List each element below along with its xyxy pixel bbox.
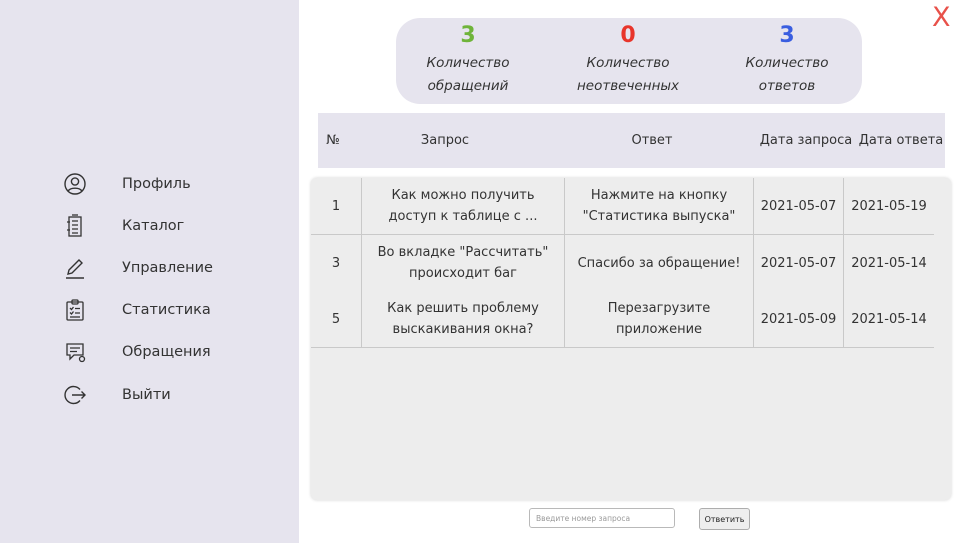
stat-label: Количество ответов xyxy=(745,55,829,94)
column-header-number[interactable]: № xyxy=(320,113,346,168)
column-header-request-date[interactable]: Дата запроса xyxy=(758,113,854,168)
nav-item-management[interactable]: Управление xyxy=(62,253,213,283)
stat-value: 3 xyxy=(460,23,476,48)
table-row[interactable]: 1 Как можно получить доступ к таблице с … xyxy=(311,178,934,235)
pencil-icon xyxy=(62,255,88,281)
cell-request-date: 2021-05-07 xyxy=(754,235,844,291)
stat-value: 0 xyxy=(620,23,636,48)
nav-item-requests[interactable]: Обращения xyxy=(62,337,211,367)
logout-icon xyxy=(62,382,88,408)
cell-answer: Спасибо за обращение! xyxy=(565,235,754,291)
cell-request: Как можно получить доступ к таблице с ..… xyxy=(362,178,565,234)
nav-item-statistics[interactable]: Статистика xyxy=(62,295,211,325)
column-header-answer-date[interactable]: Дата ответа xyxy=(859,113,944,168)
column-header-request[interactable]: Запрос xyxy=(362,113,528,168)
nav-label: Управление xyxy=(122,260,213,276)
sidebar: Профиль Каталог Управление Статистика Об… xyxy=(0,0,299,543)
nav-item-catalog[interactable]: Каталог xyxy=(62,211,184,241)
cell-request: Во вкладке "Рассчитать" происходит баг xyxy=(362,235,565,291)
stat-answers: 3 Количество ответов xyxy=(707,18,867,98)
stat-requests: 3 Количество обращений xyxy=(388,18,548,98)
reply-button[interactable]: Ответить xyxy=(699,508,750,530)
cell-answer: Нажмите на кнопку "Статистика выпуска" xyxy=(565,178,754,234)
requests-table[interactable]: 1 Как можно получить доступ к таблице с … xyxy=(311,178,951,500)
nav-label: Обращения xyxy=(122,344,211,360)
support-chat-icon xyxy=(62,339,88,365)
cell-answer: Перезагрузите приложение xyxy=(565,291,754,347)
close-button[interactable]: X xyxy=(932,4,951,31)
table-row[interactable]: 5 Как решить проблему выскакивания окна?… xyxy=(311,291,934,348)
stat-label: Количество обращений xyxy=(426,55,510,94)
cell-request-date: 2021-05-07 xyxy=(754,178,844,234)
cell-request: Как решить проблему выскакивания окна? xyxy=(362,291,565,347)
request-number-input[interactable] xyxy=(529,508,675,528)
cell-number: 3 xyxy=(311,235,362,291)
cell-answer-date: 2021-05-14 xyxy=(851,255,927,271)
cell-number: 5 xyxy=(311,291,362,347)
nav-item-profile[interactable]: Профиль xyxy=(62,169,191,199)
cell-number: 1 xyxy=(311,178,362,234)
cell-request-date: 2021-05-09 xyxy=(754,291,844,347)
stat-value: 3 xyxy=(779,23,795,48)
nav-label: Выйти xyxy=(122,387,171,403)
nav-label: Каталог xyxy=(122,218,185,234)
cell-answer-date: 2021-05-14 xyxy=(851,311,927,327)
stat-label: Количество неотвеченных xyxy=(576,55,680,94)
table-header: № Запрос Ответ Дата запроса Дата ответа xyxy=(318,113,945,168)
user-icon xyxy=(62,171,88,197)
catalog-icon xyxy=(62,213,88,239)
nav-item-logout[interactable]: Выйти xyxy=(62,380,171,410)
column-header-answer[interactable]: Ответ xyxy=(568,113,736,168)
table-row[interactable]: 3 Во вкладке "Рассчитать" происходит баг… xyxy=(311,235,934,292)
cell-answer-date: 2021-05-19 xyxy=(851,198,927,214)
stat-unanswered: 0 Количество неотвеченных xyxy=(548,18,708,98)
nav-label: Статистика xyxy=(122,302,211,318)
stats-panel: 3 Количество обращений 0 Количество неот… xyxy=(396,18,862,104)
nav-label: Профиль xyxy=(122,176,191,192)
clipboard-icon xyxy=(62,297,88,323)
